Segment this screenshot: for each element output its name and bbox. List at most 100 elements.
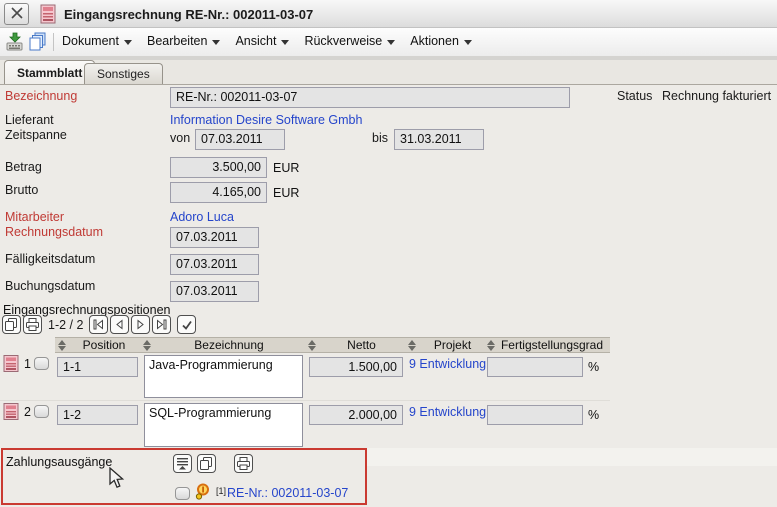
reference-count: [1] [216,486,226,496]
menu-rueckverweise-label: Rückverweise [304,34,382,48]
column-header-netto[interactable]: Netto [308,338,403,352]
percent-unit: % [588,408,599,422]
tab-stammblatt[interactable]: Stammblatt [4,60,95,84]
projekt-link[interactable]: 9 Entwicklung [409,405,486,419]
column-header-projekt[interactable]: Projekt [408,338,485,352]
menu-rueckverweise[interactable]: Rückverweise [304,34,395,48]
projekt-link[interactable]: 9 Entwicklung [409,357,486,371]
print-button[interactable] [234,454,253,473]
bis-date-field[interactable]: 31.03.2011 [394,129,484,150]
bezeichnung-field[interactable]: RE-Nr.: 002011-03-07 [170,87,570,108]
menu-bar: Dokument Bearbeiten Ansicht Rückverweise… [0,28,777,56]
zahlungsausgang-link[interactable]: RE-Nr.: 002011-03-07 [227,486,348,500]
prev-page-button[interactable] [110,315,129,334]
invoice-icon[interactable] [3,355,19,375]
menu-dokument-label: Dokument [62,34,119,48]
chevron-down-icon [281,40,289,45]
mitarbeiter-link[interactable]: Adoro Luca [170,210,234,224]
fertigstellungsgrad-field[interactable] [487,405,583,425]
column-header-projekt-label: Projekt [420,338,485,352]
print-icon [26,318,39,331]
brutto-field[interactable]: 4.165,00 [170,182,267,203]
mouse-cursor [109,467,125,492]
percent-unit: % [588,360,599,374]
row-number: 1 [24,357,31,371]
column-header-fertigstellungsgrad[interactable]: Fertigstellungsgrad [487,338,609,352]
copy-icon [200,457,213,470]
rechnungsdatum-field[interactable]: 07.03.2011 [170,227,259,248]
column-header-netto-label: Netto [320,338,403,352]
position-field[interactable]: 1-1 [57,357,138,377]
buchungsdatum-label: Buchungsdatum [5,279,95,293]
apply-button[interactable] [177,315,196,334]
bezeichnung-textarea[interactable]: SQL-Programmierung [144,403,303,447]
toolbar-divider [53,33,54,51]
next-page-button[interactable] [131,315,150,334]
print-button[interactable] [23,315,42,334]
brutto-label: Brutto [5,183,38,197]
netto-field[interactable]: 1.500,00 [309,357,403,377]
tab-strip: Stammblatt Sonstiges [0,60,777,85]
column-header-fertigstellungsgrad-label: Fertigstellungsgrad [495,338,609,352]
column-header-position[interactable]: Position [58,338,138,352]
bezeichnung-textarea[interactable]: Java-Programmierung [144,355,303,398]
tab-sonstiges[interactable]: Sonstiges [84,63,163,84]
chevron-down-icon [124,40,132,45]
zahlungsausgaenge-section: Zahlungsausgänge [1,448,367,505]
von-label: von [170,131,190,145]
row-checkbox[interactable] [34,357,49,370]
bis-label: bis [372,131,388,145]
first-page-button[interactable] [89,315,108,334]
invoice-icon [38,4,58,27]
new-entry-button[interactable] [173,454,192,473]
menu-items: Dokument Bearbeiten Ansicht Rückverweise… [62,34,472,48]
faelligkeitsdatum-label: Fälligkeitsdatum [5,252,95,266]
column-header-position-label: Position [70,338,138,352]
zahlungsausgang-entry: [1] RE-Nr.: 002011-03-07 [175,483,348,503]
next-page-icon [135,319,146,330]
entry-checkbox[interactable] [175,487,190,500]
checkin-icon[interactable] [6,32,25,54]
copy-stack-icon[interactable] [28,32,48,55]
von-date-field[interactable]: 07.03.2011 [195,129,285,150]
menu-bearbeiten[interactable]: Bearbeiten [147,34,220,48]
menu-dokument[interactable]: Dokument [62,34,132,48]
chevron-down-icon [464,40,472,45]
row-number: 2 [24,405,31,419]
sort-icon[interactable] [408,340,416,351]
menu-ansicht-label: Ansicht [235,34,276,48]
buchungsdatum-field[interactable]: 07.03.2011 [170,281,259,302]
copy-button[interactable] [2,315,21,334]
copy-icon [5,318,18,331]
sort-icon[interactable] [308,340,316,351]
invoice-icon[interactable] [3,403,19,423]
check-icon [181,319,193,331]
row-checkbox[interactable] [34,405,49,418]
zahlungsausgaenge-toolbar [173,454,253,473]
lieferant-link[interactable]: Information Desire Software Gmbh [170,113,362,127]
prev-page-icon [114,319,125,330]
close-button[interactable] [4,3,29,25]
netto-field[interactable]: 2.000,00 [309,405,403,425]
last-page-button[interactable] [152,315,171,334]
copy-button[interactable] [197,454,216,473]
betrag-field[interactable]: 3.500,00 [170,157,267,178]
first-page-icon [93,319,104,330]
sort-icon[interactable] [58,340,66,351]
sort-icon[interactable] [143,340,151,351]
position-field[interactable]: 1-2 [57,405,138,425]
zeitspanne-label: Zeitspanne [5,128,67,142]
faelligkeitsdatum-field[interactable]: 07.03.2011 [170,254,259,275]
column-header-bezeichnung[interactable]: Bezeichnung [143,338,303,352]
menu-aktionen[interactable]: Aktionen [410,34,472,48]
betrag-label: Betrag [5,160,42,174]
menu-ansicht[interactable]: Ansicht [235,34,289,48]
title-bar: Eingangsrechnung RE-Nr.: 002011-03-07 [0,0,777,28]
mitarbeiter-label: Mitarbeiter [5,210,64,224]
payment-icon [195,483,211,503]
fertigstellungsgrad-field[interactable] [487,357,583,377]
app-window: Eingangsrechnung RE-Nr.: 002011-03-07 Do… [0,0,777,507]
last-page-icon [156,319,167,330]
tab-stammblatt-label: Stammblatt [17,66,82,80]
sort-icon[interactable] [487,340,495,351]
